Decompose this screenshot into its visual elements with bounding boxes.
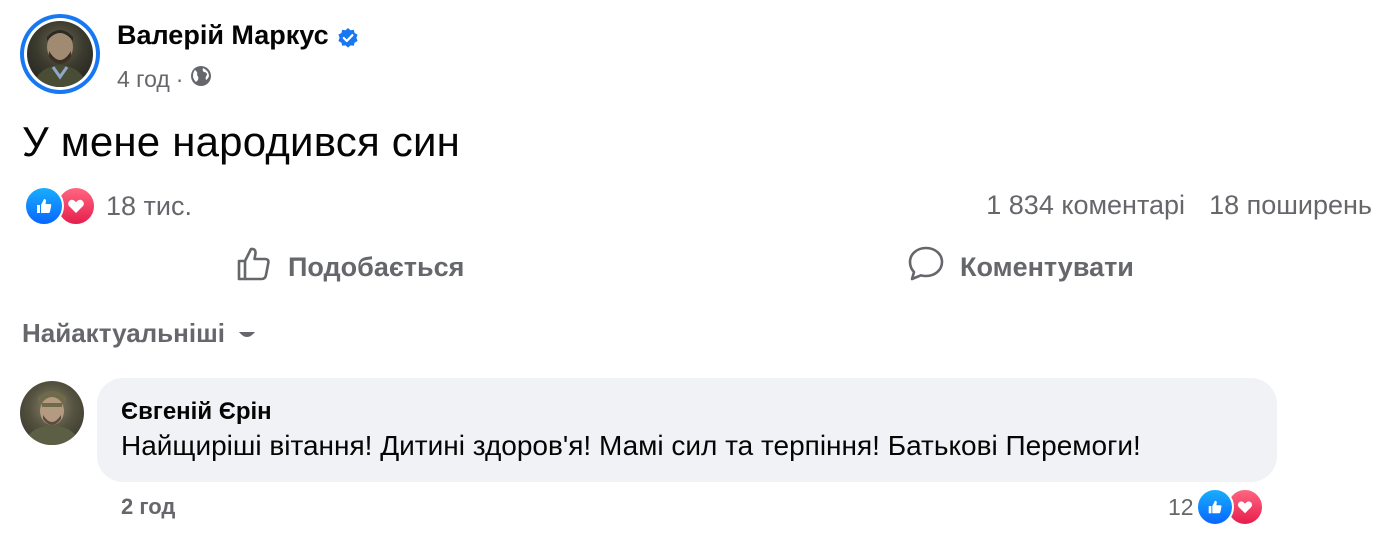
post-meta: 4 год · [117, 64, 213, 94]
comment-text: Найщиріші вітання! Дитині здоров'я! Мамі… [121, 430, 1141, 461]
like-reaction-icon [1195, 488, 1234, 526]
author-avatar-photo [27, 21, 93, 87]
comments-sort-dropdown[interactable]: Найактуальніші [22, 318, 257, 349]
author-avatar[interactable] [20, 14, 100, 94]
reactions-summary[interactable]: 18 тис. [24, 186, 192, 226]
caret-down-icon [237, 318, 257, 349]
post-author-name[interactable]: Валерій Маркус [117, 20, 359, 51]
comment-button-label: Коментувати [960, 251, 1134, 282]
comment-reactions[interactable]: 12 [1168, 488, 1264, 526]
verified-badge-icon [337, 25, 359, 48]
comment-button[interactable]: Коментувати [906, 244, 1134, 290]
like-button[interactable]: Подобається [234, 244, 464, 290]
sort-selected-label: Найактуальніші [22, 318, 225, 348]
like-reaction-icon [24, 186, 64, 226]
comments-count[interactable]: 1 834 коментарі [986, 190, 1185, 221]
comment-time[interactable]: 2 год [121, 494, 175, 520]
shares-count[interactable]: 18 поширень [1209, 190, 1372, 221]
post-stats: 1 834 коментарі 18 поширень [986, 190, 1372, 221]
comment-bubble-icon [906, 244, 946, 291]
post-time[interactable]: 4 год [117, 66, 170, 93]
post-text: У мене народився син [22, 118, 461, 165]
commenter-avatar[interactable] [20, 381, 84, 445]
comment-reactions-count: 12 [1168, 493, 1194, 520]
reactions-count[interactable]: 18 тис. [106, 191, 192, 222]
globe-icon[interactable] [189, 64, 213, 94]
thumbs-up-icon [234, 244, 274, 291]
like-button-label: Подобається [288, 251, 465, 282]
commenter-name[interactable]: Євгеній Єрін [121, 398, 272, 426]
meta-separator: · [175, 65, 184, 92]
